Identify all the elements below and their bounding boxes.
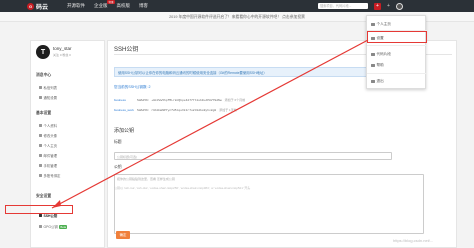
sidebar-item-homepage[interactable]: 个人主页 [39, 143, 57, 148]
plus-icon[interactable]: + [385, 3, 392, 10]
bell-icon [39, 96, 42, 99]
sidebar-item-label: 多账号绑定 [43, 174, 61, 178]
sidebar-item-profile[interactable]: 个人资料 [39, 123, 57, 128]
sidebar-item-label: 修改头像 [43, 134, 58, 138]
nav-link-enterprise-label: 企业版 [94, 3, 108, 8]
sidebar-item-private-messages[interactable]: 私信列表 [39, 85, 57, 90]
avatar[interactable]: T [36, 45, 50, 59]
add-key-heading: 添加公钥 [114, 128, 135, 134]
public-key-textarea[interactable]: 把你的公钥粘贴到这里，查看 怎样生成公钥 [114, 174, 424, 234]
home-icon [371, 22, 375, 27]
logout-icon [371, 79, 375, 84]
logo-text: 码云 [36, 4, 49, 11]
lock-icon [39, 225, 42, 228]
code-icon [371, 52, 375, 57]
search-input[interactable]: 搜索项目、代码片段... [318, 3, 368, 9]
dropdown-divider [367, 73, 427, 74]
section-basic: 基本设置 [36, 111, 52, 115]
dropdown-item-label: 个人主页 [376, 22, 391, 26]
create-icon[interactable]: + [374, 2, 381, 10]
nav-link-enterprise[interactable]: 企业版 特惠 [94, 0, 115, 9]
key-name[interactable]: business [114, 98, 134, 102]
user-dropdown: 个人主页 设置 代码片段 帮助 退出 [366, 15, 427, 89]
nav-badge: 特惠 [107, 0, 115, 4]
dropdown-item-help[interactable]: 帮助 [371, 63, 384, 68]
logo-icon: G [27, 2, 34, 10]
sidebar-item-label: 个人主页 [43, 144, 58, 148]
sidebar-item-accounts[interactable]: 多账号绑定 [39, 173, 60, 178]
submit-button[interactable]: 确定 [116, 231, 130, 239]
sidebar-item-label: 邮件管理 [43, 154, 58, 158]
key-fingerprint: SHA256: rUb3mmNP7ycfd5zqeXk1r7u2z0dbo9yh… [137, 108, 217, 112]
sidebar-item-label: 私信列表 [43, 86, 58, 90]
nav-links: 开源软件 企业版 特惠 高校版 博客 [67, 0, 148, 12]
section-security: 安全设置 [36, 194, 52, 198]
sidebar-item-email[interactable]: 邮件管理 [39, 153, 57, 158]
dropdown-item-label: 帮助 [376, 63, 384, 67]
sidebar-item-notifications[interactable]: 通知设置 [39, 95, 57, 100]
dropdown-item-logout[interactable]: 退出 [371, 79, 384, 84]
key-added: 添加于 6个月前 [224, 98, 246, 102]
announcement-text[interactable]: 2019 年度中国开源软件评选开启了！来看看你心中的开源软件吧！ 点击参加投票 [169, 15, 305, 19]
sidebar-item-avatar[interactable]: 修改头像 [39, 133, 57, 138]
nav-link-university[interactable]: 高校版 [117, 3, 131, 9]
settings-sidebar: T tony_star 关注 0 粉丝 0 消息中心 私信列表 通知设置 基本设… [30, 40, 105, 248]
top-nav: G 码云 开源软件 企业版 特惠 高校版 博客 搜索项目、代码片段... + + [0, 0, 474, 12]
phone-icon [39, 164, 42, 167]
nav-link-blog[interactable]: 博客 [139, 3, 148, 9]
sidebar-item-label: 个人资料 [43, 124, 58, 128]
user-avatar[interactable] [396, 2, 403, 10]
key-row: business SHA256: +Hk3Vw5hpfMLr8cQbpe4277… [114, 97, 314, 103]
key-added: 添加于 1天前 [219, 108, 237, 112]
dropdown-item-snippets[interactable]: 代码片段 [371, 52, 391, 57]
image-icon [39, 134, 42, 137]
dropdown-divider [367, 45, 427, 46]
envelope-icon [39, 154, 42, 157]
logo[interactable]: G 码云 [27, 1, 48, 11]
watermark: https://blog.csdn.net/... [393, 238, 434, 243]
home-icon [39, 144, 42, 147]
follow-stats: 关注 0 粉丝 0 [53, 53, 71, 57]
dropdown-item-homepage[interactable]: 个人主页 [371, 22, 391, 27]
user-icon [39, 124, 42, 127]
link-icon [39, 174, 42, 177]
profile-card: T tony_star 关注 0 粉丝 0 [36, 45, 72, 59]
key-icon [39, 214, 42, 217]
key-format-hint: 公钥以 'ssh-rsa', 'ssh-dss', 'ecdsa-sha2-ni… [114, 186, 251, 190]
ssh-highlight-box [5, 205, 73, 214]
sidebar-item-phone[interactable]: 手机管理 [39, 163, 57, 168]
title-label: 标题 [114, 140, 122, 144]
info-box: 使用SSH公钥可以让你在你的电脑和码云通讯的时候使用安全连接（Git的Remot… [114, 67, 392, 77]
key-fingerprint: SHA256: +Hk3Vw5hpfMLr8cQbpe4277Yl1ub9uJP… [137, 98, 222, 102]
mail-icon [39, 86, 42, 89]
sidebar-item-label: 手机管理 [43, 164, 58, 168]
top-icons: + + [374, 2, 403, 10]
beta-badge: Beta [59, 224, 68, 229]
key-row: business_work SHA256: rUb3mmNP7ycfd5zqeX… [114, 107, 314, 113]
dropdown-item-label: 代码片段 [376, 52, 391, 56]
key-label: 公钥 [114, 165, 122, 169]
help-icon [371, 63, 375, 68]
sidebar-item-gpg-keys[interactable]: GPG公钥 Beta [39, 224, 68, 229]
username[interactable]: tony_star [53, 46, 72, 51]
dropdown-item-label: 退出 [376, 79, 384, 83]
settings-highlight-box [367, 31, 427, 43]
keys-count: 您当前的SSH公钥数: 2 [114, 85, 151, 89]
key-name[interactable]: business_work [114, 108, 134, 112]
section-messages: 消息中心 [36, 73, 52, 77]
nav-link-open-source[interactable]: 开源软件 [67, 3, 85, 9]
sidebar-item-label: GPG公钥 [43, 225, 58, 229]
key-title-input[interactable]: 公钥标题(可选) [114, 152, 392, 160]
sidebar-item-label: 通知设置 [43, 96, 58, 100]
page-title: SSH公钥 [114, 47, 139, 53]
